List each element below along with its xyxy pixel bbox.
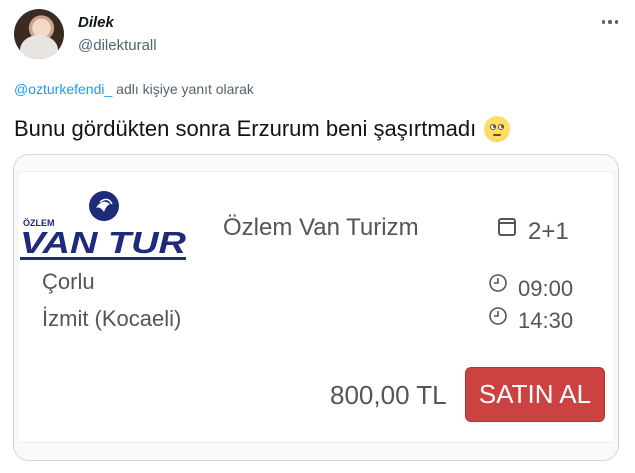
author-name[interactable]: Dilek	[78, 14, 114, 31]
avatar[interactable]	[14, 9, 64, 59]
tweet-body: Bunu gördükten sonra Erzurum beni şaşırt…	[14, 116, 477, 141]
buy-button[interactable]: SATIN AL	[465, 367, 605, 422]
rolling-eyes-emoji-icon	[484, 116, 511, 142]
van-tur-logo: ÖZLEM VAN TUR	[20, 191, 187, 260]
destination-city: İzmit (Kocaeli)	[42, 306, 182, 331]
tweet-media-card[interactable]: ÖZLEM VAN TUR Özlem Van Turizm 2+1 Çorlu…	[13, 154, 619, 461]
logo-main-text: VAN TUR	[20, 225, 187, 260]
arrival-time: 14:30	[518, 308, 574, 333]
ticket-price: 800,00 TL	[330, 380, 447, 410]
seat-icon	[498, 218, 516, 236]
operator-name: Özlem Van Turizm	[223, 214, 419, 241]
departure-time: 09:00	[518, 276, 574, 301]
bus-ticket: ÖZLEM VAN TUR Özlem Van Turizm 2+1 Çorlu…	[18, 172, 614, 442]
clock-icon	[489, 274, 507, 292]
seat-layout: 2+1	[528, 218, 569, 245]
tweet-text: Bunu gördükten sonra Erzurum beni şaşırt…	[14, 116, 511, 142]
reply-mention-link[interactable]: @ozturkefendi_	[14, 81, 112, 97]
reply-suffix: adlı kişiye yanıt olarak	[112, 81, 254, 97]
reply-context: @ozturkefendi_ adlı kişiye yanıt olarak	[14, 81, 254, 97]
clock-icon	[489, 307, 507, 325]
more-options-icon[interactable]	[598, 12, 622, 32]
author-handle[interactable]: @dilekturall	[78, 37, 157, 54]
origin-city: Çorlu	[42, 269, 95, 294]
